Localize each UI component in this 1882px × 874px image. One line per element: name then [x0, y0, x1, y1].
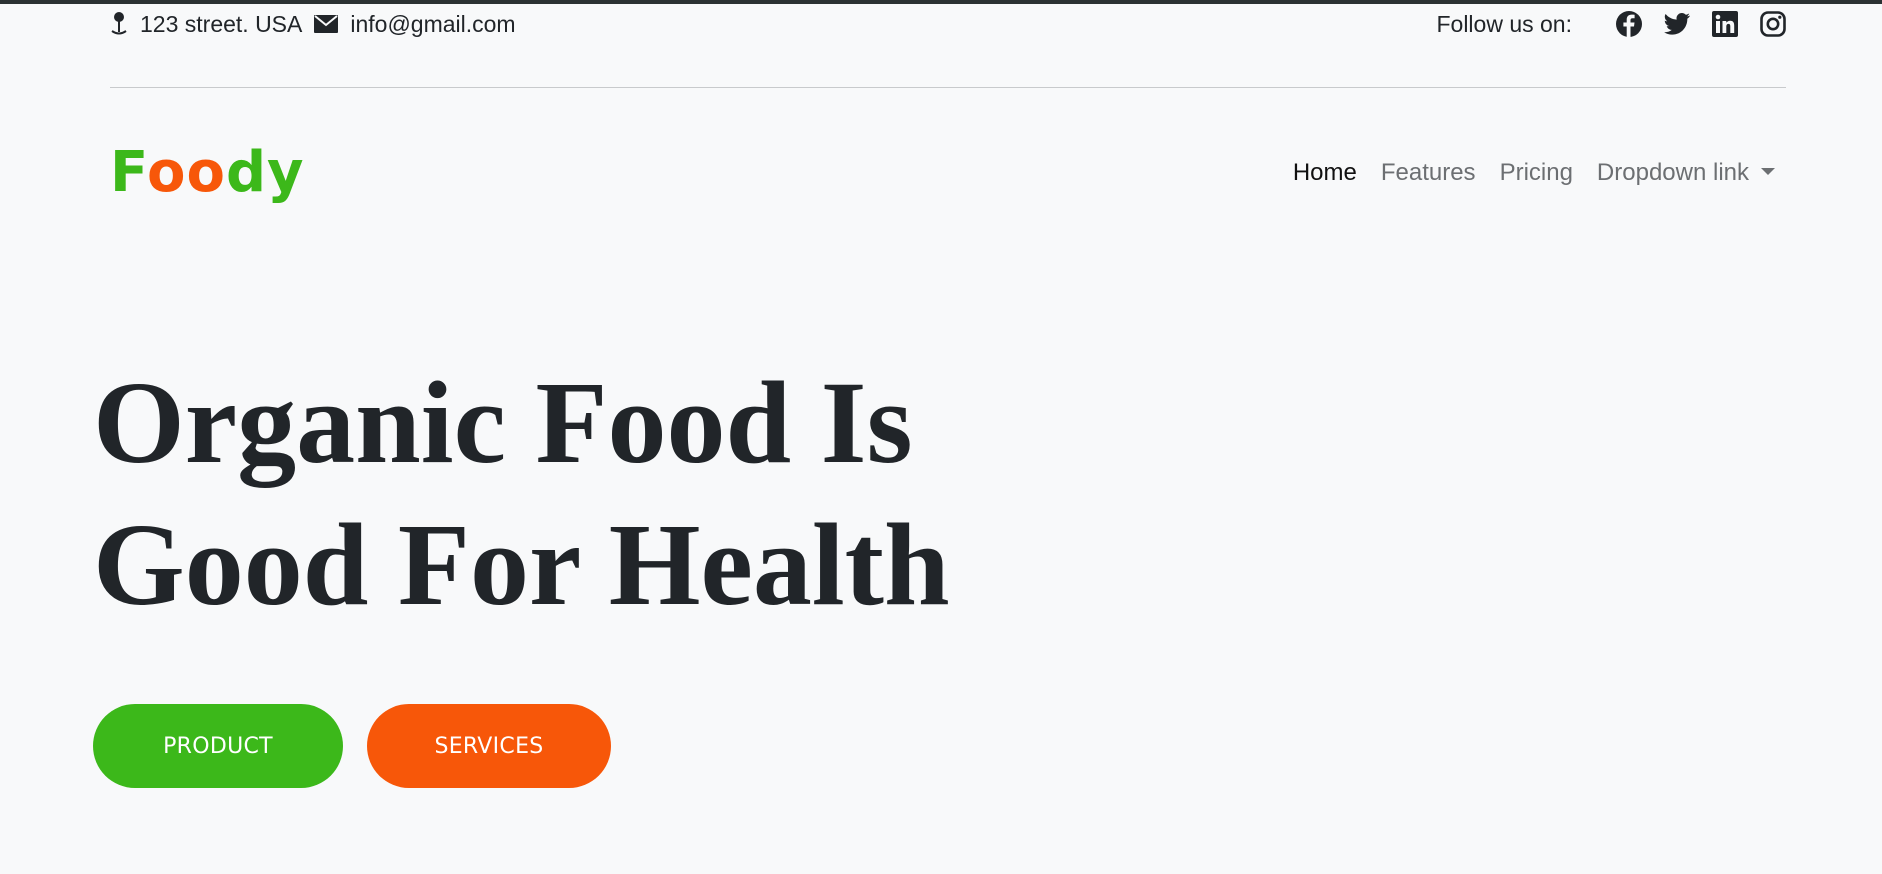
caret-down-icon: [1761, 167, 1775, 175]
linkedin-icon[interactable]: [1712, 11, 1738, 37]
twitter-icon[interactable]: [1664, 13, 1690, 35]
instagram-icon[interactable]: [1760, 11, 1786, 37]
nav-item-home[interactable]: Home: [1293, 159, 1357, 187]
social-follow: Follow us on:: [1436, 11, 1786, 38]
hero-title-line-2: Good For Health: [93, 499, 950, 630]
brand-letter: o: [186, 140, 226, 205]
envelope-icon: [314, 15, 350, 33]
nav-item-features[interactable]: Features: [1381, 159, 1476, 187]
contact-info: 123 street. USA info@gmail.com: [110, 11, 528, 38]
product-button[interactable]: PRODUCT: [93, 704, 343, 788]
primary-nav: Home Features Pricing Dropdown link: [1269, 159, 1775, 187]
address-text: 123 street. USA: [140, 10, 303, 37]
brand-letter: F: [110, 140, 147, 205]
main-navbar: Foody Home Features Pricing Dropdown lin…: [110, 135, 1775, 210]
email-item[interactable]: info@gmail.com: [314, 11, 516, 38]
email-text[interactable]: info@gmail.com: [350, 11, 515, 38]
hero-title: Organic Food Is Good For Health: [93, 352, 950, 636]
nav-item-dropdown-label: Dropdown link: [1596, 158, 1749, 186]
social-links: [1594, 11, 1786, 37]
address-item: 123 street. USA: [110, 11, 302, 38]
services-button[interactable]: SERVICES: [367, 704, 611, 788]
brand-letter: o: [146, 140, 187, 205]
nav-item-pricing[interactable]: Pricing: [1500, 159, 1573, 187]
facebook-icon[interactable]: [1616, 11, 1642, 37]
brand-letter: y: [267, 140, 305, 205]
header-divider: [110, 87, 1786, 88]
map-pin-icon: [110, 11, 140, 37]
brand-letter: d: [225, 140, 268, 205]
top-contact-bar: 123 street. USA info@gmail.com Follow us…: [110, 4, 1786, 44]
brand-logo[interactable]: Foody: [110, 140, 305, 205]
follow-label: Follow us on:: [1436, 10, 1572, 37]
hero-title-line-1: Organic Food Is: [93, 357, 913, 488]
nav-item-dropdown[interactable]: Dropdown link: [1597, 159, 1775, 187]
